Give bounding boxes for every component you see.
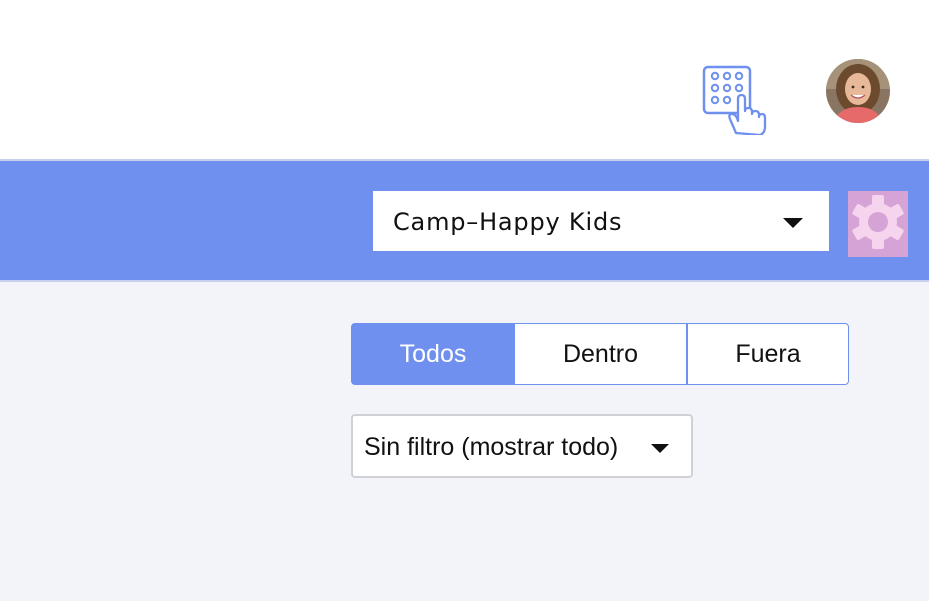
settings-button[interactable] (848, 191, 908, 257)
location-bar: Camp–Happy Kids (0, 161, 929, 282)
user-avatar[interactable] (826, 59, 890, 123)
status-tabs: Todos Dentro Fuera (351, 323, 849, 385)
tab-dentro[interactable]: Dentro (515, 323, 687, 385)
caret-down-icon (783, 218, 803, 228)
camp-select[interactable]: Camp–Happy Kids (373, 191, 829, 251)
filter-select-value: Sin filtro (mostrar todo) (364, 433, 619, 461)
caret-down-icon (651, 444, 669, 453)
keypad-icon[interactable] (700, 63, 770, 137)
tab-todos[interactable]: Todos (351, 323, 515, 385)
top-header (0, 0, 929, 161)
tab-fuera[interactable]: Fuera (687, 323, 849, 385)
filter-select[interactable]: Sin filtro (mostrar todo) (351, 414, 693, 478)
gear-icon (852, 195, 904, 249)
camp-select-value: Camp–Happy Kids (393, 208, 623, 236)
